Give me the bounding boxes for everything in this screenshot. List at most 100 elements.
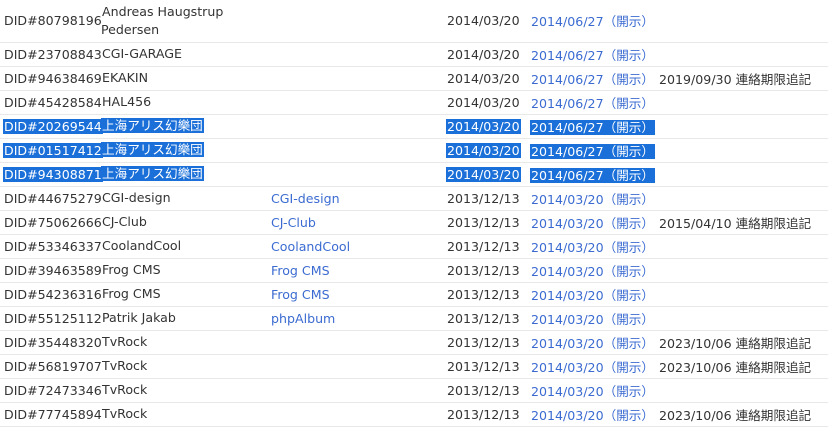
software-link[interactable]: CoolandCool (271, 239, 350, 254)
did-text: DID#20269544 (3, 118, 103, 134)
table-row: DID#45428584 HAL456 2014/03/20 2014/06/2… (0, 90, 828, 115)
date2-cell: 2014/03/20（開示） (530, 234, 658, 259)
disclosure-link[interactable]: 2014/06/27（開示） (531, 72, 654, 87)
note-cell: 2023/10/06 連絡期限追記 (658, 402, 828, 427)
link-cell: CJ-Club (271, 210, 446, 235)
disclosure-date: 2014/03/20 (531, 383, 604, 399)
note-cell (658, 306, 828, 331)
disclosure-link[interactable]: 2014/06/27（開示） (531, 120, 654, 135)
did-text: DID#39463589 (4, 262, 102, 278)
link-cell (271, 90, 446, 115)
name-cell: 上海アリス幻樂団 (101, 114, 271, 139)
link-cell (271, 114, 446, 139)
did-text: DID#77745894 (4, 406, 102, 422)
note-cell (658, 90, 828, 115)
disclosure-link[interactable]: 2014/03/20（開示） (531, 336, 654, 351)
software-link[interactable]: Frog CMS (271, 287, 330, 302)
disclosure-link[interactable]: 2014/03/20（開示） (531, 384, 654, 399)
disclosure-date: 2014/06/27 (531, 14, 604, 30)
date2-cell: 2014/03/20（開示） (530, 354, 658, 379)
disclosure-link[interactable]: 2014/03/20（開示） (531, 192, 654, 207)
note-cell (658, 162, 828, 187)
contact-deadline-note (658, 263, 660, 278)
registration-date: 2013/12/13 (447, 406, 520, 422)
note-cell (658, 186, 828, 211)
table-row: DID#53346337 CoolandCool CoolandCool 201… (0, 234, 828, 259)
link-cell (271, 354, 446, 379)
note-cell (658, 114, 828, 139)
date1-cell: 2014/03/20 (446, 42, 530, 67)
registration-date: 2014/03/20 (447, 94, 520, 110)
developer-name: CoolandCool (102, 238, 182, 253)
disclosure-link[interactable]: 2014/03/20（開示） (531, 408, 654, 423)
disclosure-link[interactable]: 2014/03/20（開示） (531, 288, 654, 303)
disclosure-link[interactable]: 2014/03/20（開示） (531, 360, 654, 375)
disclosure-link[interactable]: 2014/06/27（開示） (531, 168, 654, 183)
did-cell: DID#23708843 (0, 42, 102, 67)
name-cell: TvRock (101, 378, 271, 403)
did-cell: DID#45428584 (0, 90, 102, 115)
date1-cell: 2014/03/20 (446, 90, 530, 115)
did-text: DID#01517412 (3, 142, 103, 158)
contact-deadline-note (658, 13, 660, 28)
name-cell: CJ-Club (101, 210, 271, 235)
disclosure-link[interactable]: 2014/06/27（開示） (531, 48, 654, 63)
name-cell: Andreas Haugstrup Pedersen (101, 0, 271, 43)
link-cell (271, 42, 446, 67)
name-cell: TvRock (101, 354, 271, 379)
date2-cell: 2014/03/20（開示） (530, 330, 658, 355)
did-cell: DID#44675279 (0, 186, 102, 211)
disclosure-date: 2014/06/27 (531, 95, 604, 111)
contact-deadline-note: 2015/04/10 連絡期限追記 (659, 215, 812, 231)
software-link[interactable]: phpAlbum (271, 311, 335, 326)
developer-name: 上海アリス幻樂団 (101, 166, 204, 181)
disclosure-link[interactable]: 2014/03/20（開示） (531, 264, 654, 279)
date2-cell: 2014/06/27（開示） (530, 90, 658, 115)
disclosure-link[interactable]: 2014/03/20（開示） (531, 216, 654, 231)
disclosure-link[interactable]: 2014/06/27（開示） (531, 14, 654, 29)
did-cell: DID#75062666 (0, 210, 102, 235)
link-cell (271, 378, 446, 403)
developer-name: TvRock (102, 406, 148, 421)
disclosure-link[interactable]: 2014/03/20（開示） (531, 240, 654, 255)
disclosure-link[interactable]: 2014/03/20（開示） (531, 312, 654, 327)
contact-deadline-note (658, 95, 660, 110)
disclosure-label: （開示） (603, 167, 654, 183)
disclosure-link[interactable]: 2014/06/27（開示） (531, 96, 654, 111)
name-cell: CGI-design (101, 186, 271, 211)
link-cell (271, 138, 446, 163)
software-link[interactable]: CGI-design (271, 191, 340, 206)
disclosure-label: （開示） (603, 143, 654, 159)
date1-cell: 2013/12/13 (446, 330, 530, 355)
note-cell (658, 282, 828, 307)
did-text: DID#23708843 (4, 46, 102, 62)
software-link[interactable]: CJ-Club (271, 215, 316, 230)
did-text: DID#45428584 (4, 94, 102, 110)
name-cell: EKAKIN (101, 66, 271, 91)
table-row: DID#77745894 TvRock 2013/12/13 2014/03/2… (0, 402, 828, 427)
disclosure-date: 2014/03/20 (531, 359, 604, 375)
link-cell: Frog CMS (271, 282, 446, 307)
date2-cell: 2014/03/20（開示） (530, 210, 658, 235)
date2-cell: 2014/06/27（開示） (530, 66, 658, 91)
did-cell: DID#54236316 (0, 282, 102, 307)
disclosure-label: （開示） (603, 407, 654, 423)
contact-deadline-note (658, 47, 660, 62)
name-cell: Frog CMS (101, 258, 271, 283)
registration-date: 2013/12/13 (447, 238, 520, 254)
table-body: DID#80798196 Andreas Haugstrup Pedersen … (0, 0, 828, 427)
note-cell (658, 258, 828, 283)
registration-date: 2014/03/20 (447, 46, 520, 62)
disclosure-label: （開示） (603, 263, 654, 279)
registration-date: 2014/03/20 (447, 70, 520, 86)
disclosure-link[interactable]: 2014/06/27（開示） (531, 144, 654, 159)
disclosure-date: 2014/03/20 (531, 311, 604, 327)
software-link[interactable]: Frog CMS (271, 263, 330, 278)
did-text: DID#72473346 (4, 382, 102, 398)
table-row: DID#80798196 Andreas Haugstrup Pedersen … (0, 0, 828, 43)
table-row: DID#55125112 Patrik Jakab phpAlbum 2013/… (0, 306, 828, 331)
note-cell: 2023/10/06 連絡期限追記 (658, 354, 828, 379)
table-row: DID#35448320 TvRock 2013/12/13 2014/03/2… (0, 330, 828, 355)
registration-date: 2013/12/13 (447, 334, 520, 350)
date1-cell: 2013/12/13 (446, 234, 530, 259)
